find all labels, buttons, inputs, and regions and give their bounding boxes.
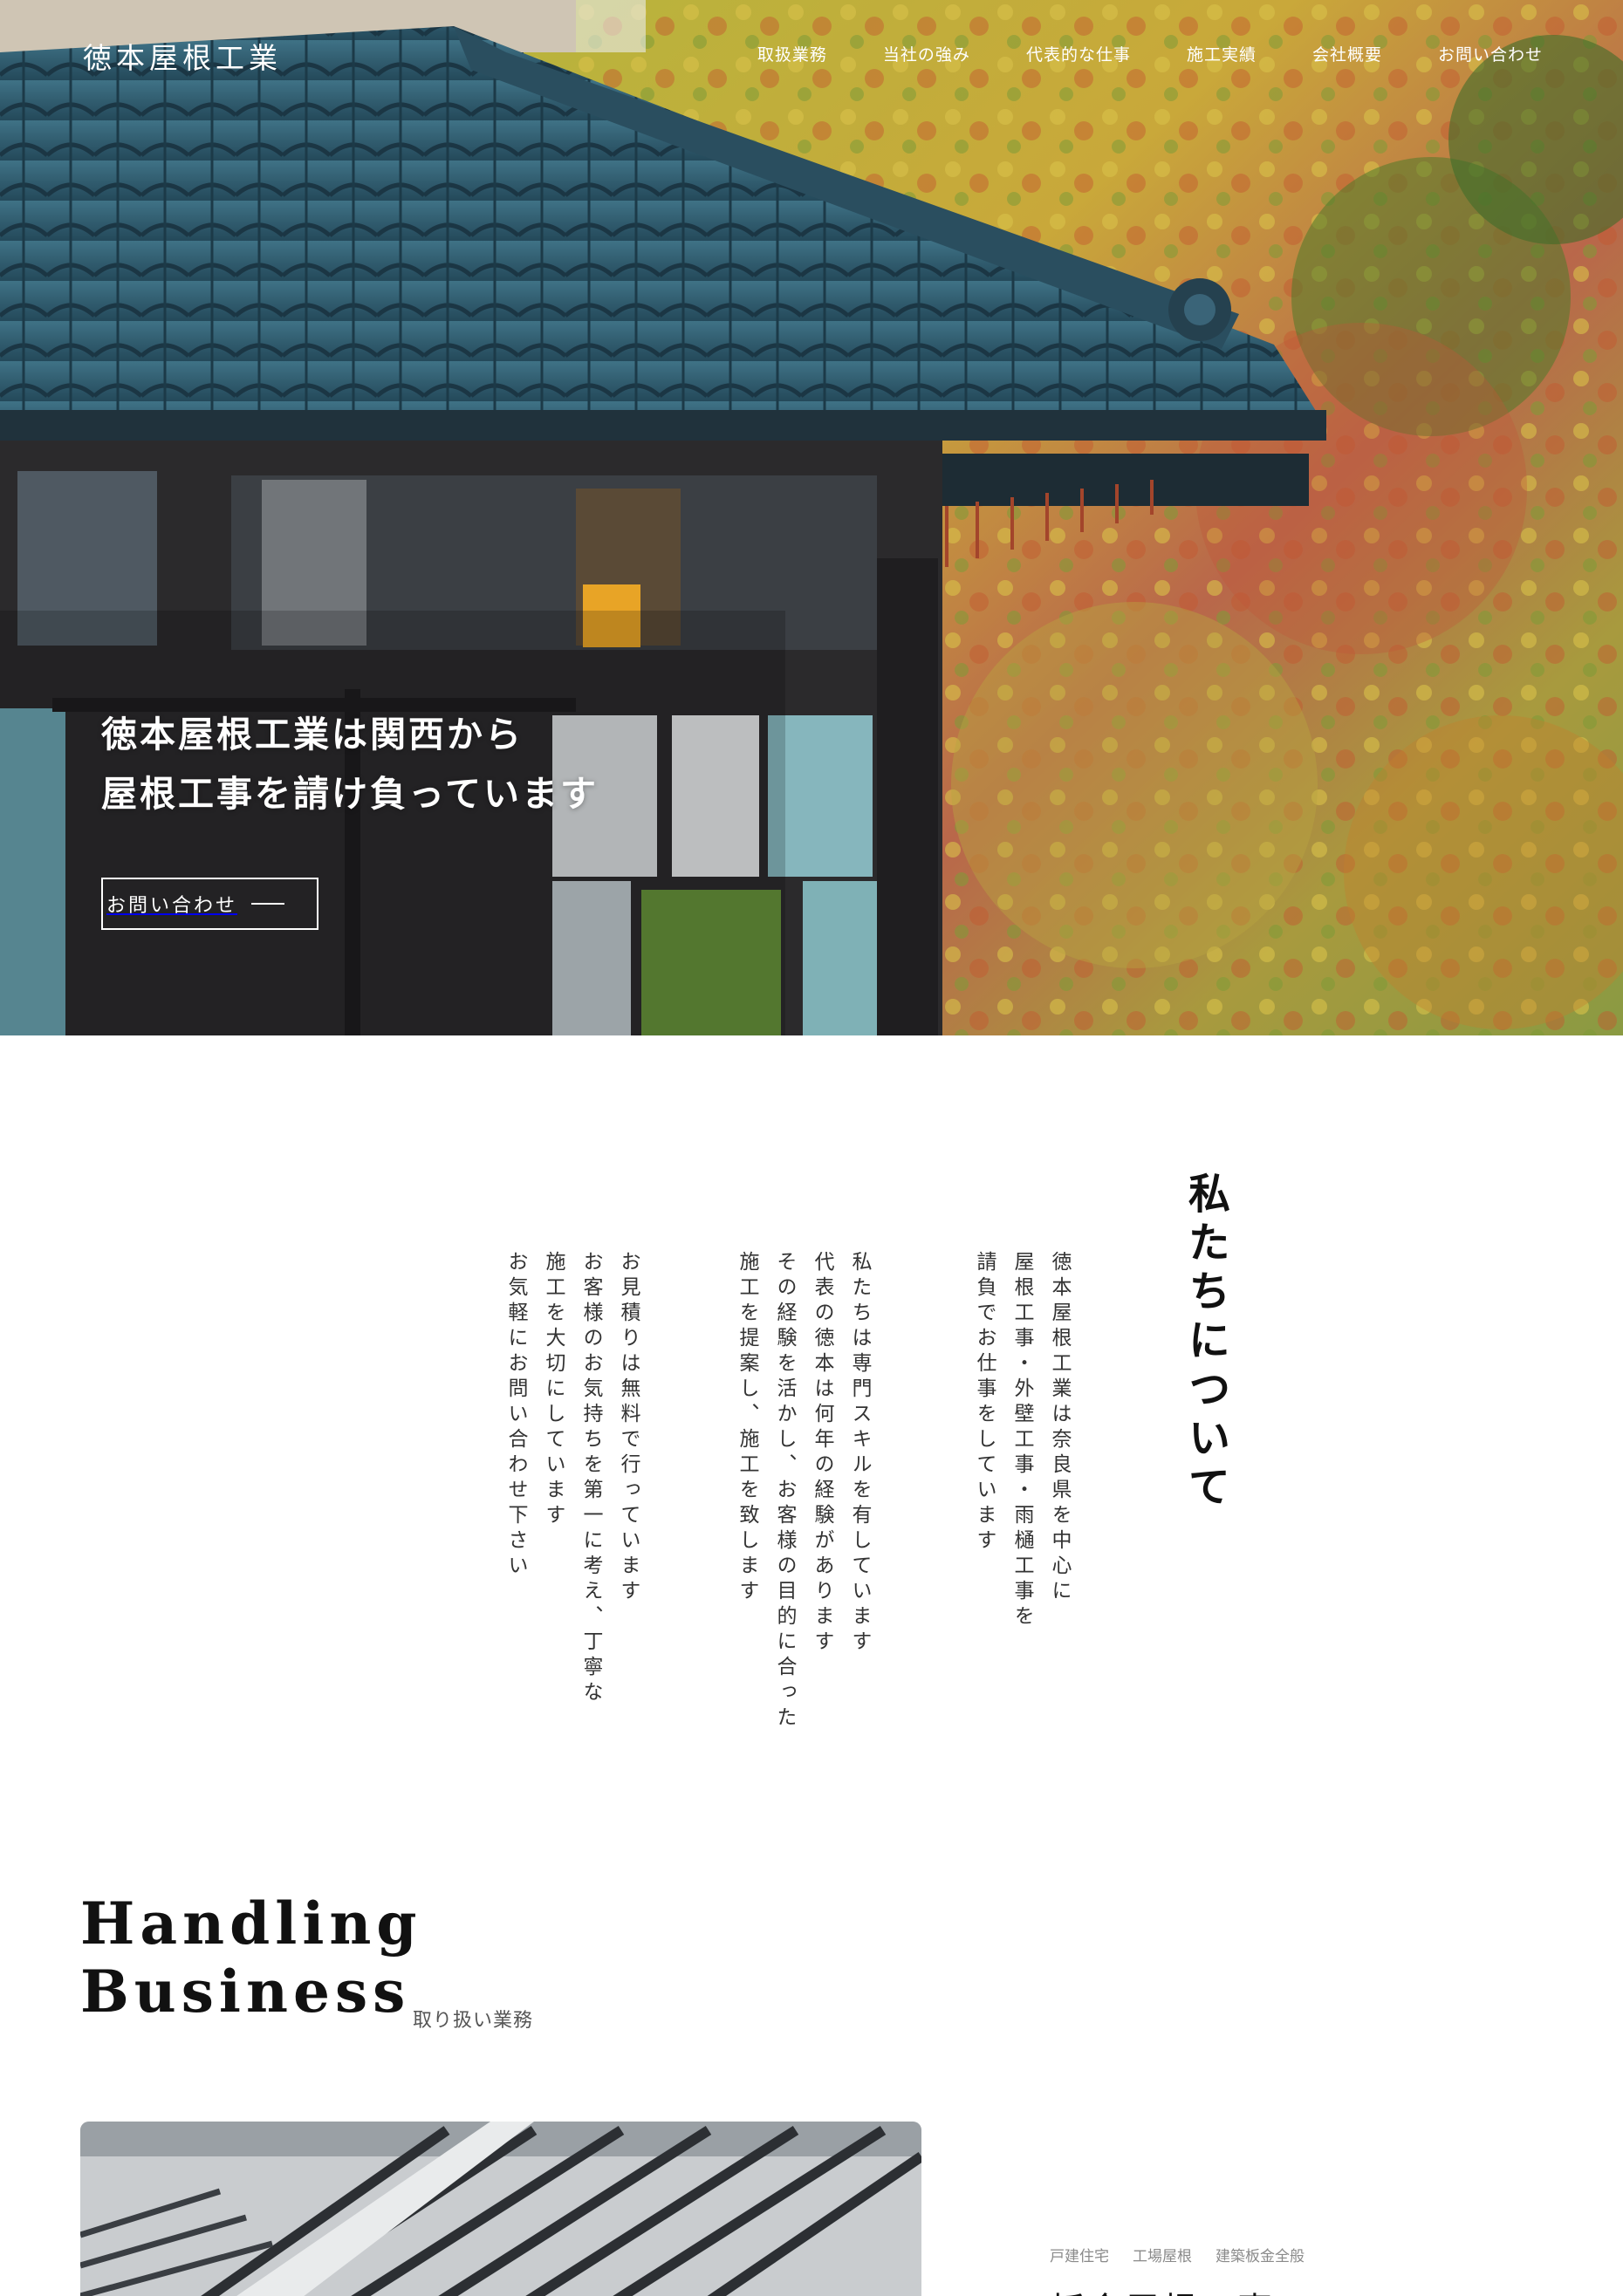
nav-representative-work[interactable]: 代表的な仕事 (1026, 42, 1131, 65)
section-title-line-1: Handling (80, 1889, 422, 1958)
tag-detached-house: 戸建住宅 (1050, 2248, 1109, 2265)
nav-track-record[interactable]: 施工実績 (1187, 42, 1257, 65)
main-nav: 取扱業務 当社の強み 代表的な仕事 施工実績 会社概要 お問い合わせ (757, 42, 1543, 65)
about-text-col-2: 屋根工事・外壁工事・雨樋工事を (1010, 1251, 1033, 1630)
about-text-col-3: 請負でお仕事をしています (973, 1251, 996, 1555)
section-title-line-2: Business (80, 1958, 411, 2026)
site-header: 徳本屋根工業 取扱業務 当社の強み 代表的な仕事 施工実績 会社概要 お問い合わ… (0, 0, 1623, 113)
about-text-col-8: お見積りは無料で行っています (617, 1251, 640, 1605)
hero-section: 徳本屋根工業 取扱業務 当社の強み 代表的な仕事 施工実績 会社概要 お問い合わ… (0, 0, 1623, 1035)
nav-strengths[interactable]: 当社の強み (883, 42, 970, 65)
business-tags: 戸建住宅 工場屋根 建築板金全般 (1050, 2244, 1305, 2265)
about-text-col-4: 私たちは専門スキルを有しています (848, 1251, 871, 1656)
nav-contact[interactable]: お問い合わせ (1438, 42, 1543, 65)
contact-cta-label: お問い合わせ (106, 895, 238, 917)
contact-cta-button[interactable]: お問い合わせ (101, 878, 318, 930)
sheet-metal-roof-image (80, 2122, 921, 2296)
hero-catchcopy: 徳本屋根工業は関西から 屋根工事を請け負っています (101, 705, 599, 823)
nav-company-overview[interactable]: 会社概要 (1312, 42, 1382, 65)
section-subtitle: 取り扱い業務 (413, 2010, 534, 2032)
about-text-col-5: 代表の徳本は何年の経験があります (811, 1251, 833, 1656)
tag-factory-roof: 工場屋根 (1133, 2248, 1192, 2265)
section-title: Handling Business (80, 1889, 422, 2026)
about-text-col-6: その経験を活かし、お客様の目的に合った (773, 1251, 796, 1732)
about-text-col-9: お客様のお気持ちを第一に考え、丁寧な (579, 1251, 602, 1706)
tag-sheet-metal: 建築板金全般 (1216, 2248, 1305, 2265)
about-text-col-10: 施工を大切にしています (542, 1251, 565, 1529)
business-item-title: 板金屋根工事 (1050, 2282, 1275, 2296)
about-text-col-1: 徳本屋根工業は奈良県を中心に (1048, 1251, 1071, 1605)
hero-line-2: 屋根工事を請け負っています (101, 773, 599, 815)
about-heading: 私たちについて (1181, 1172, 1229, 1514)
arrow-right-icon (251, 903, 285, 905)
about-text-col-7: 施工を提案し、施工を致します (736, 1251, 758, 1605)
site-logo[interactable]: 徳本屋根工業 (83, 35, 282, 77)
metal-roof-photo (80, 2122, 921, 2296)
hero-line-1: 徳本屋根工業は関西から (101, 714, 524, 755)
about-text-col-11: お気軽にお問い合わせ下さい (504, 1251, 527, 1580)
nav-handling-business[interactable]: 取扱業務 (757, 42, 827, 65)
